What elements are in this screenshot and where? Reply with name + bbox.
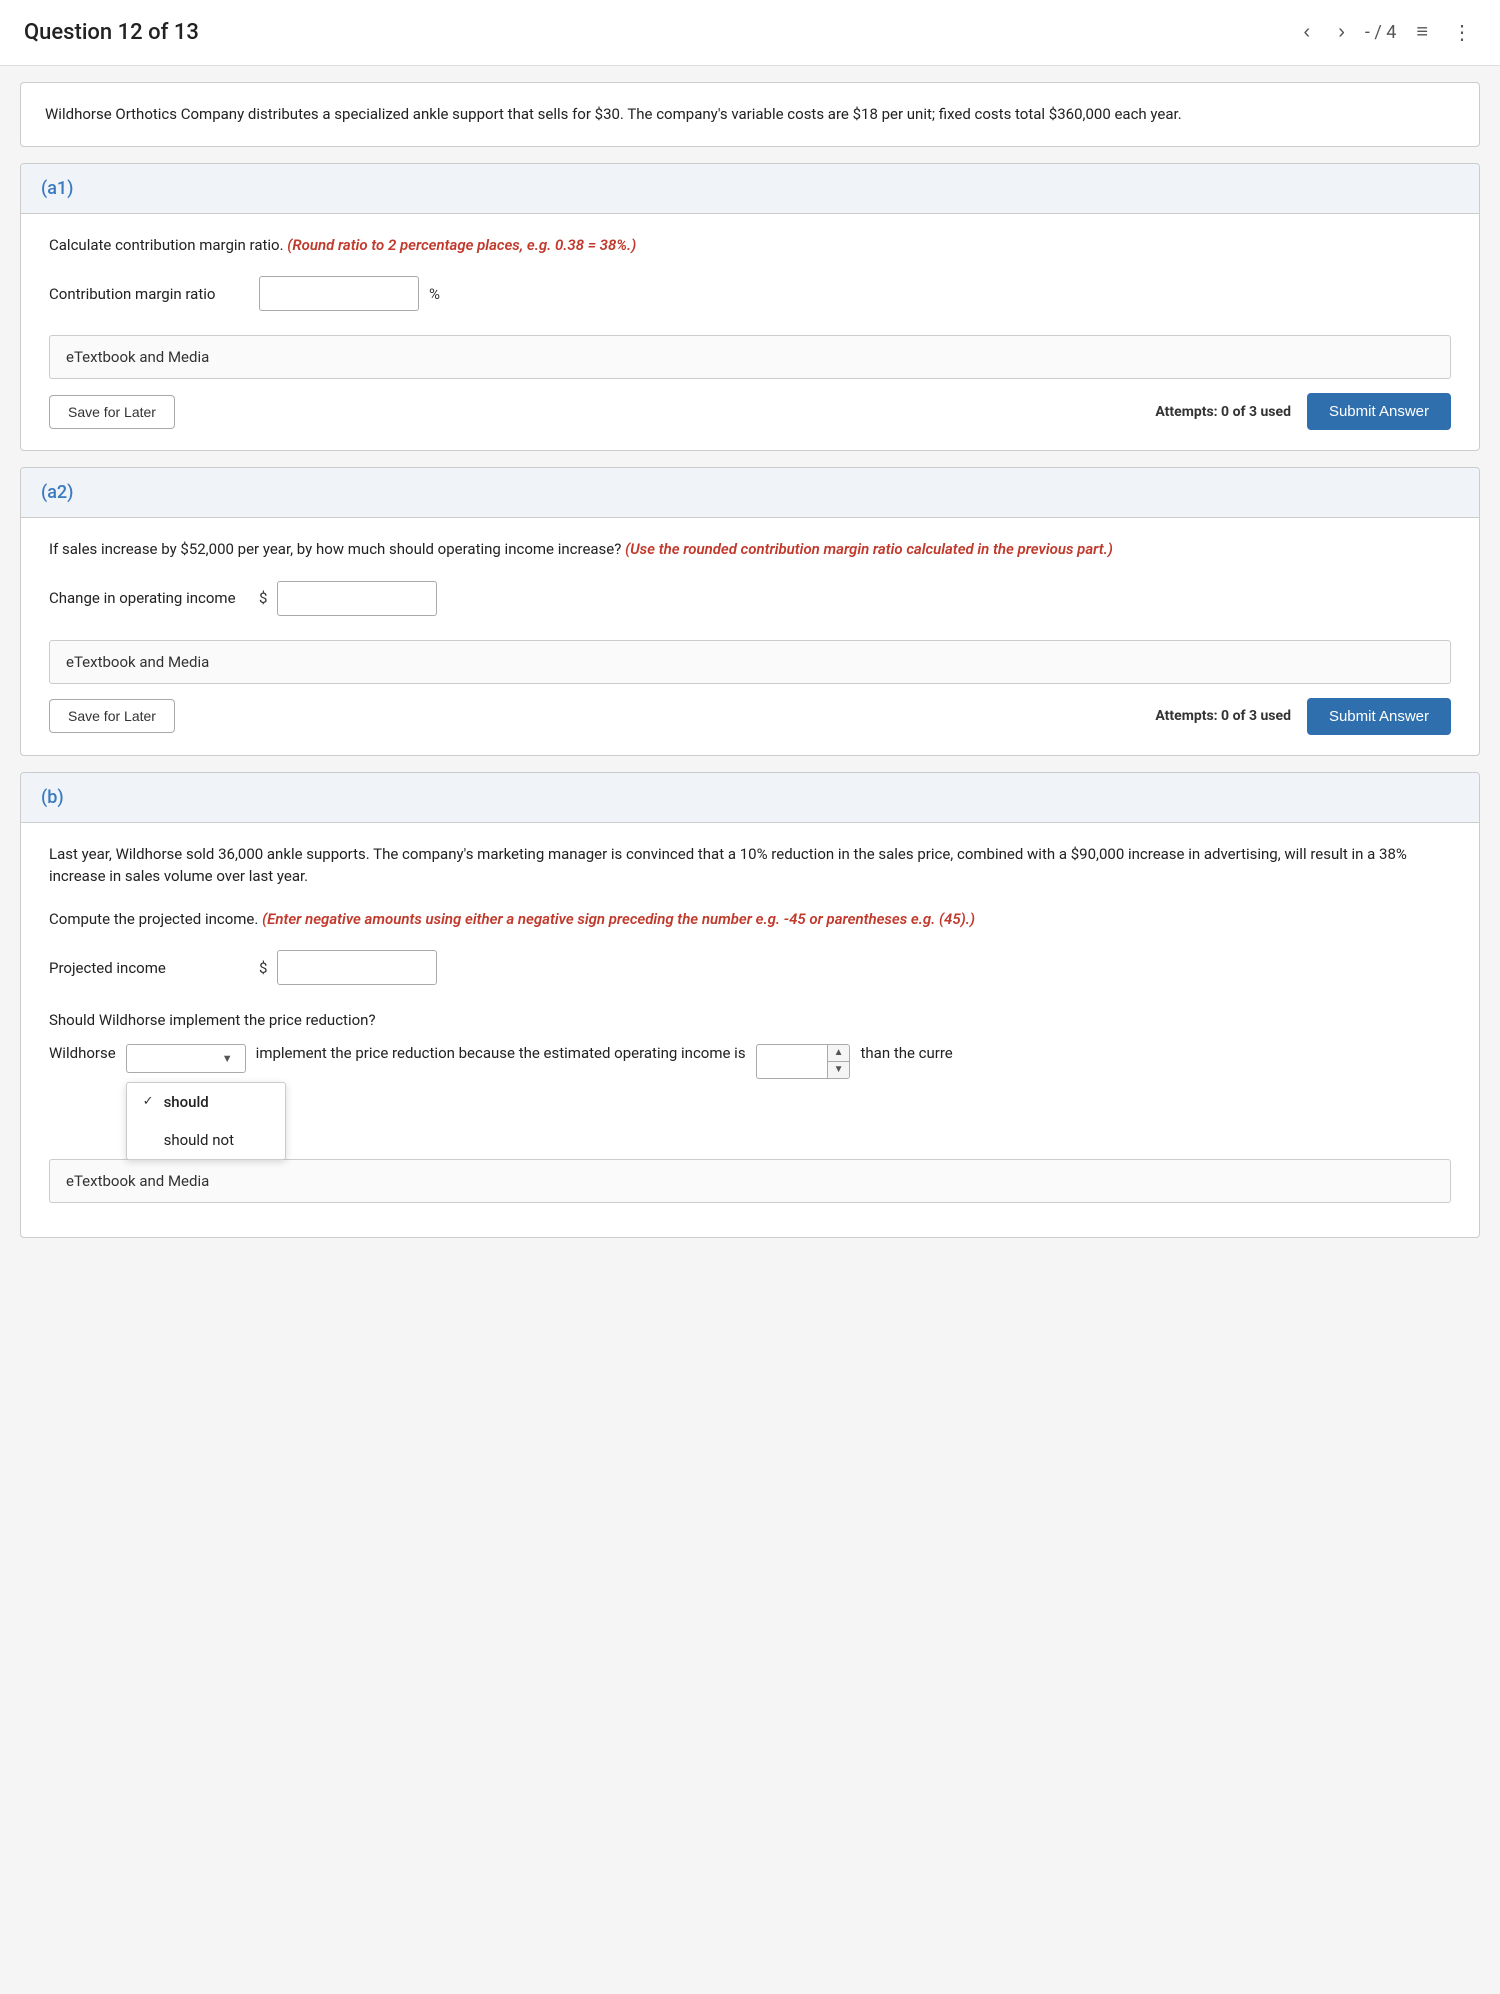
- b-question2-text: Compute the projected income.: [49, 910, 262, 928]
- a1-submit-button[interactable]: Submit Answer: [1307, 393, 1451, 430]
- problem-statement: Wildhorse Orthotics Company distributes …: [20, 82, 1480, 147]
- b-should-dropdown-wrapper: ▼ ✓ should ✓ should not: [126, 1044, 246, 1073]
- a1-input-row: Contribution margin ratio %: [49, 276, 1451, 311]
- b-dropdown-should-label: should: [164, 1093, 209, 1111]
- question-title: Question 12 of 13: [24, 20, 1284, 45]
- a2-field-label: Change in operating income: [49, 589, 249, 607]
- b-question1-text: Last year, Wildhorse sold 36,000 ankle s…: [49, 845, 1407, 886]
- section-a2: (a2) If sales increase by $52,000 per ye…: [20, 467, 1480, 756]
- b-comparison-stepper: ▲ ▼: [756, 1044, 851, 1079]
- b-hint: (Enter negative amounts using either a n…: [262, 910, 975, 928]
- chevron-down-icon: ▼: [222, 1052, 233, 1065]
- a2-submit-button[interactable]: Submit Answer: [1307, 698, 1451, 735]
- more-options-button[interactable]: ⋮: [1448, 16, 1476, 49]
- section-a2-label: (a2): [41, 482, 73, 503]
- b-decrement-button[interactable]: ▼: [828, 1062, 850, 1078]
- a2-etextbook-bar[interactable]: eTextbook and Media: [49, 640, 1451, 684]
- section-a1: (a1) Calculate contribution margin ratio…: [20, 163, 1480, 452]
- b-etextbook-label: eTextbook and Media: [66, 1172, 209, 1190]
- b-should-dropdown[interactable]: ▼: [126, 1044, 246, 1073]
- b-projected-income-input[interactable]: [277, 950, 437, 985]
- a2-dollar-sign: $: [259, 589, 267, 607]
- section-b: (b) Last year, Wildhorse sold 36,000 ank…: [20, 772, 1480, 1238]
- b-increment-button[interactable]: ▲: [828, 1045, 850, 1062]
- page-header: Question 12 of 13 ‹ › - / 4 ≡ ⋮: [0, 0, 1500, 66]
- section-b-header: (b): [21, 773, 1479, 823]
- a1-right-actions: Attempts: 0 of 3 used Submit Answer: [1155, 393, 1451, 430]
- a1-unit: %: [429, 285, 440, 303]
- list-icon-button[interactable]: ≡: [1412, 17, 1432, 48]
- a1-etextbook-bar[interactable]: eTextbook and Media: [49, 335, 1451, 379]
- b-dropdown-option-should-not[interactable]: ✓ should not: [127, 1121, 285, 1159]
- a2-change-income-input[interactable]: [277, 581, 437, 616]
- b-should-question: Should Wildhorse implement the price red…: [49, 1009, 1451, 1032]
- a2-attempts: Attempts: 0 of 3 used: [1155, 708, 1291, 724]
- b-sentence-prefix: Wildhorse: [49, 1044, 116, 1062]
- check-icon: ✓: [143, 1094, 154, 1109]
- b-dropdown-menu: ✓ should ✓ should not: [126, 1082, 286, 1160]
- section-a2-body: If sales increase by $52,000 per year, b…: [21, 518, 1479, 755]
- a1-field-label: Contribution margin ratio: [49, 285, 249, 303]
- a1-question: Calculate contribution margin ratio. (Ro…: [49, 234, 1451, 257]
- b-comparison-value-input[interactable]: [757, 1047, 827, 1076]
- b-stepper-arrows: ▲ ▼: [827, 1045, 850, 1078]
- a1-attempts: Attempts: 0 of 3 used: [1155, 404, 1291, 420]
- a1-hint: (Round ratio to 2 percentage places, e.g…: [287, 236, 636, 254]
- a2-input-row: Change in operating income $: [49, 581, 1451, 616]
- a1-contribution-margin-input[interactable]: [259, 276, 419, 311]
- b-sentence-suffix: than the curre: [860, 1044, 952, 1062]
- score-display: - / 4: [1365, 22, 1396, 43]
- a1-save-later-button[interactable]: Save for Later: [49, 395, 175, 429]
- section-a1-label: (a1): [41, 178, 73, 199]
- prev-question-button[interactable]: ‹: [1296, 17, 1319, 48]
- problem-text: Wildhorse Orthotics Company distributes …: [45, 105, 1182, 123]
- a2-save-later-button[interactable]: Save for Later: [49, 699, 175, 733]
- b-question1: Last year, Wildhorse sold 36,000 ankle s…: [49, 843, 1451, 888]
- a2-actions-row: Save for Later Attempts: 0 of 3 used Sub…: [49, 698, 1451, 735]
- section-b-label: (b): [41, 787, 64, 808]
- a1-actions-row: Save for Later Attempts: 0 of 3 used Sub…: [49, 393, 1451, 430]
- b-should-question-text: Should Wildhorse implement the price red…: [49, 1011, 376, 1029]
- a2-right-actions: Attempts: 0 of 3 used Submit Answer: [1155, 698, 1451, 735]
- b-sentence-middle: implement the price reduction because th…: [256, 1044, 746, 1062]
- next-question-button[interactable]: ›: [1330, 17, 1353, 48]
- a2-question: If sales increase by $52,000 per year, b…: [49, 538, 1451, 561]
- section-a1-body: Calculate contribution margin ratio. (Ro…: [21, 214, 1479, 451]
- header-right: - / 4 ≡ ⋮: [1365, 16, 1476, 49]
- b-sentence-row: Wildhorse ▼ ✓ should ✓ should not: [49, 1044, 1451, 1079]
- b-projected-label: Projected income: [49, 959, 249, 977]
- a1-etextbook-label: eTextbook and Media: [66, 348, 209, 366]
- section-a1-header: (a1): [21, 164, 1479, 214]
- a2-hint: (Use the rounded contribution margin rat…: [625, 540, 1113, 558]
- b-etextbook-bar[interactable]: eTextbook and Media: [49, 1159, 1451, 1203]
- b-dropdown-should-not-label: should not: [164, 1131, 234, 1149]
- b-question2: Compute the projected income. (Enter neg…: [49, 908, 1451, 931]
- section-a2-header: (a2): [21, 468, 1479, 518]
- a2-etextbook-label: eTextbook and Media: [66, 653, 209, 671]
- a1-question-text: Calculate contribution margin ratio.: [49, 236, 287, 254]
- b-dropdown-option-should[interactable]: ✓ should: [127, 1083, 285, 1121]
- b-dollar-sign: $: [259, 959, 267, 977]
- a2-question-text: If sales increase by $52,000 per year, b…: [49, 540, 625, 558]
- b-projected-input-row: Projected income $: [49, 950, 1451, 985]
- section-b-body: Last year, Wildhorse sold 36,000 ankle s…: [21, 823, 1479, 1237]
